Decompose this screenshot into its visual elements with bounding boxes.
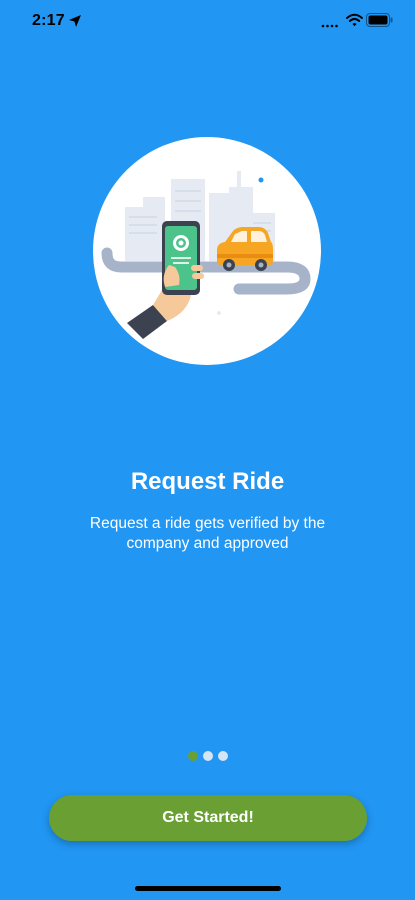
cellular-signal-icon	[321, 24, 338, 28]
status-bar: 2:17	[0, 0, 415, 44]
status-time: 2:17	[32, 12, 65, 29]
wifi-icon	[346, 13, 363, 27]
request-ride-illustration	[93, 137, 321, 365]
onboarding-title: Request Ride	[130, 468, 285, 495]
sky-dot	[258, 177, 264, 183]
battery-icon	[366, 13, 393, 27]
location-arrow-icon	[69, 15, 81, 27]
decor-dot	[217, 311, 221, 315]
page-dot-3[interactable]	[217, 751, 228, 761]
onboarding-description: Request a ride gets verified by the comp…	[89, 515, 326, 552]
page-dot-1[interactable]	[187, 751, 198, 761]
page-dot-2[interactable]	[202, 751, 213, 761]
get-started-button[interactable]: Get Started!	[49, 795, 367, 841]
home-indicator[interactable]	[135, 886, 281, 891]
page-indicator	[0, 751, 415, 763]
